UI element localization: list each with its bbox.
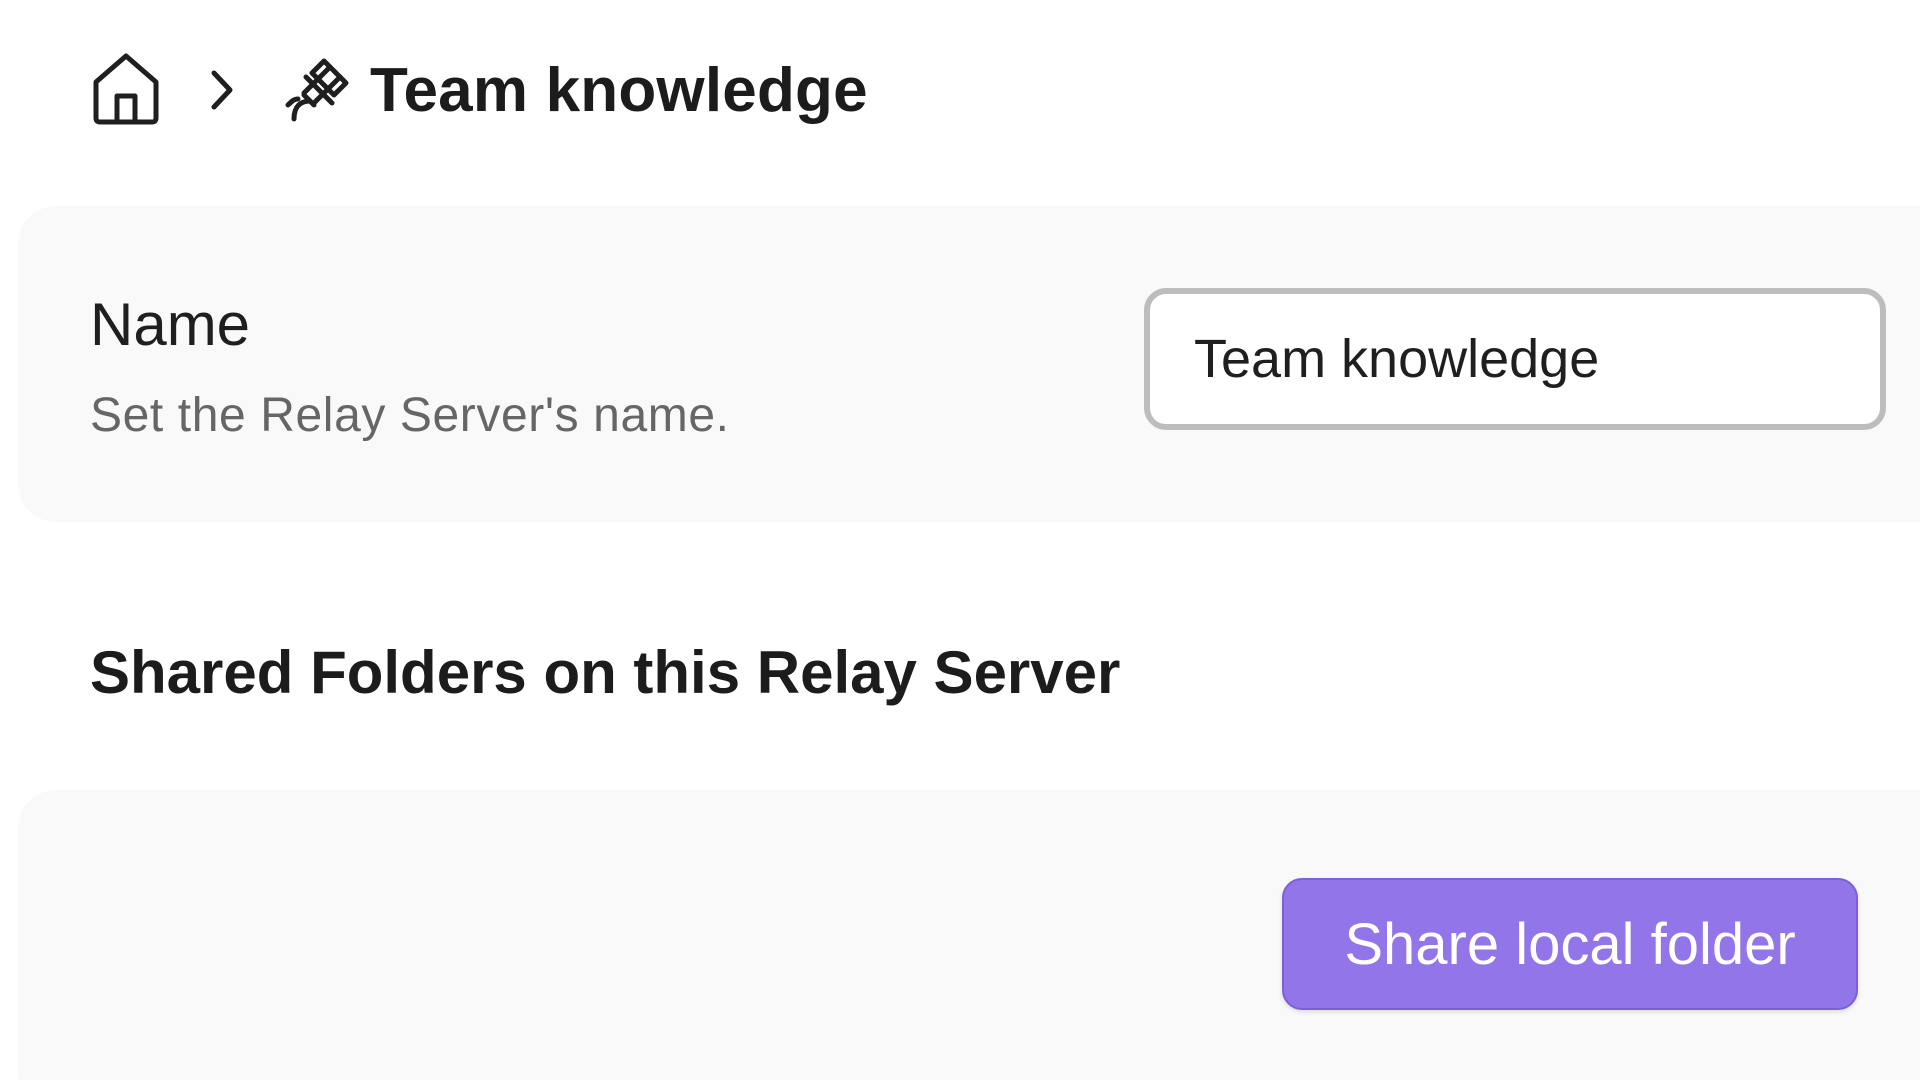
share-local-folder-button[interactable]: Share local folder bbox=[1282, 878, 1858, 1010]
breadcrumb-current-item[interactable]: Team knowledge bbox=[284, 55, 868, 126]
home-button[interactable] bbox=[88, 52, 164, 128]
shared-folders-heading: Shared Folders on this Relay Server bbox=[90, 639, 1121, 706]
chevron-right-icon bbox=[202, 65, 242, 115]
name-setting-label: Name bbox=[90, 291, 251, 358]
home-icon bbox=[90, 50, 162, 131]
server-name-input[interactable] bbox=[1144, 288, 1886, 430]
satellite-icon bbox=[284, 55, 354, 125]
name-setting-card: Name Set the Relay Server's name. bbox=[18, 206, 1920, 522]
breadcrumb: Team knowledge bbox=[90, 45, 868, 135]
name-setting-description: Set the Relay Server's name. bbox=[90, 389, 730, 442]
relay-server-settings-page: Team knowledge Name Set the Relay Server… bbox=[0, 0, 1920, 1080]
shared-folders-card: Share local folder bbox=[18, 790, 1920, 1080]
breadcrumb-current-title: Team knowledge bbox=[370, 55, 868, 125]
